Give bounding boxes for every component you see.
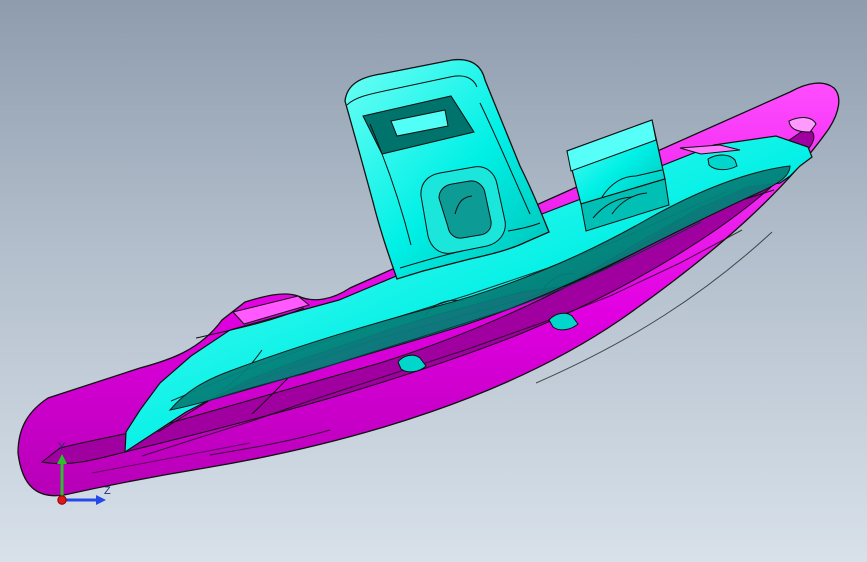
cad-model[interactable] <box>0 0 867 562</box>
z-axis-label: Z <box>104 485 111 497</box>
y-axis-label: Y <box>58 441 66 453</box>
cad-graphics-viewport[interactable]: Y Z <box>0 0 867 562</box>
triad-graphic <box>57 454 106 505</box>
origin-icon <box>57 495 67 505</box>
axis-triad: Y Z <box>42 436 122 516</box>
y-axis-arrow-icon <box>57 454 67 464</box>
